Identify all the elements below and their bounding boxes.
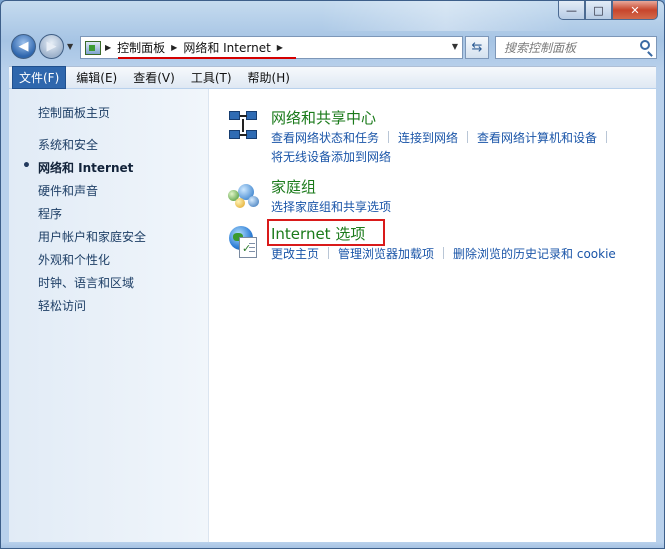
breadcrumb-separator-icon[interactable]: ▶ <box>105 43 111 52</box>
address-dropdown-icon[interactable]: ▼ <box>452 42 458 51</box>
breadcrumb-network-internet[interactable]: 网络和 Internet <box>183 39 270 56</box>
menu-help[interactable]: 帮助(H) <box>242 67 296 88</box>
network-sharing-center-title[interactable]: 网络和共享中心 <box>271 107 376 128</box>
title-bar-glow <box>321 1 571 31</box>
search-box[interactable] <box>495 36 657 59</box>
sidebar-nav: 系统和安全 网络和 Internet 硬件和声音 程序 用户帐户和家庭安全 外观… <box>22 136 146 320</box>
category-homegroup: 家庭组 选择家庭组和共享选项 <box>227 176 652 216</box>
breadcrumb-control-panel[interactable]: 控制面板 <box>117 39 165 56</box>
internet-options-icon[interactable]: ✓ <box>227 225 261 259</box>
sidebar-item-network-internet[interactable]: 网络和 Internet <box>22 158 146 182</box>
history-dropdown-icon[interactable]: ▼ <box>67 42 73 51</box>
link-manage-add-ons[interactable]: 管理浏览器加载项 <box>338 247 434 261</box>
main-content: 网络和共享中心 查看网络状态和任务 连接到网络 查看网络计算机和设备 将无线设备添加… <box>209 89 656 542</box>
sidebar-item-hardware-sound[interactable]: 硬件和声音 <box>38 182 146 205</box>
network-sharing-center-icon[interactable] <box>227 109 261 143</box>
breadcrumb-separator-icon[interactable]: ▶ <box>171 43 177 52</box>
sidebar: 控制面板主页 系统和安全 网络和 Internet 硬件和声音 程序 用户帐户和… <box>9 89 209 542</box>
category-internet-options: ✓ Internet 选项 更改主页 管理浏览器加载项 删除浏览的历史记录和 coo… <box>227 219 652 264</box>
menu-bar: 文件(F) 编辑(E) 查看(V) 工具(T) 帮助(H) <box>9 66 656 89</box>
forward-arrow-icon: ▶ <box>46 39 57 54</box>
sidebar-home-link[interactable]: 控制面板主页 <box>38 104 110 121</box>
close-button[interactable]: ✕ <box>612 1 658 20</box>
network-sharing-center-links: 查看网络状态和任务 连接到网络 查看网络计算机和设备 将无线设备添加到网络 <box>271 129 651 167</box>
back-arrow-icon: ◀ <box>18 39 29 54</box>
link-view-network-status[interactable]: 查看网络状态和任务 <box>271 131 379 145</box>
minimize-button[interactable]: — <box>558 1 585 20</box>
menu-file[interactable]: 文件(F) <box>12 66 67 89</box>
link-add-wireless-device[interactable]: 将无线设备添加到网络 <box>271 150 391 164</box>
search-icon[interactable] <box>640 40 650 50</box>
navigation-row: ◀ ▶ ▼ ▶ 控制面板 ▶ 网络和 Internet ▶ ▼ ⇆ <box>1 32 664 62</box>
homegroup-icon[interactable] <box>227 178 261 212</box>
menu-tools[interactable]: 工具(T) <box>185 67 238 88</box>
link-homegroup-sharing-options[interactable]: 选择家庭组和共享选项 <box>271 200 391 214</box>
sidebar-item-ease-of-access[interactable]: 轻松访问 <box>38 297 146 320</box>
link-delete-browsing-history[interactable]: 删除浏览的历史记录和 cookie <box>453 247 616 261</box>
link-change-home-page[interactable]: 更改主页 <box>271 247 319 261</box>
homegroup-title[interactable]: 家庭组 <box>271 176 316 197</box>
search-input[interactable] <box>504 40 629 55</box>
menu-view[interactable]: 查看(V) <box>127 67 181 88</box>
breadcrumb-separator-icon[interactable]: ▶ <box>277 43 283 52</box>
caption-buttons: — □ ✕ <box>558 1 658 20</box>
maximize-button[interactable]: □ <box>585 1 612 20</box>
internet-options-title[interactable]: Internet 选项 <box>271 223 365 244</box>
address-bar[interactable]: ▶ 控制面板 ▶ 网络和 Internet ▶ ▼ <box>80 36 463 59</box>
sidebar-item-appearance[interactable]: 外观和个性化 <box>38 251 146 274</box>
sidebar-item-programs[interactable]: 程序 <box>38 205 146 228</box>
menu-edit[interactable]: 编辑(E) <box>70 67 123 88</box>
internet-options-links: 更改主页 管理浏览器加载项 删除浏览的历史记录和 cookie <box>271 245 651 264</box>
control-panel-window: — □ ✕ ◀ ▶ ▼ ▶ 控制面板 ▶ 网络和 Internet ▶ ▼ ⇆ … <box>0 0 665 549</box>
forward-button[interactable]: ▶ <box>39 34 64 59</box>
link-connect-to-network[interactable]: 连接到网络 <box>398 131 458 145</box>
link-view-network-computers[interactable]: 查看网络计算机和设备 <box>477 131 597 145</box>
window-bottom-border <box>1 542 664 548</box>
control-panel-icon <box>85 40 101 55</box>
category-network-sharing: 网络和共享中心 查看网络状态和任务 连接到网络 查看网络计算机和设备 将无线设备添加… <box>227 107 652 167</box>
back-button[interactable]: ◀ <box>11 34 36 59</box>
refresh-icon: ⇆ <box>471 40 483 55</box>
sidebar-item-system-security[interactable]: 系统和安全 <box>38 136 146 159</box>
sidebar-item-clock-language[interactable]: 时钟、语言和区域 <box>38 274 146 297</box>
sidebar-item-user-accounts[interactable]: 用户帐户和家庭安全 <box>38 228 146 251</box>
homegroup-links: 选择家庭组和共享选项 <box>271 198 651 217</box>
refresh-button[interactable]: ⇆ <box>465 36 489 59</box>
breadcrumb-annotation-underline <box>118 57 296 59</box>
